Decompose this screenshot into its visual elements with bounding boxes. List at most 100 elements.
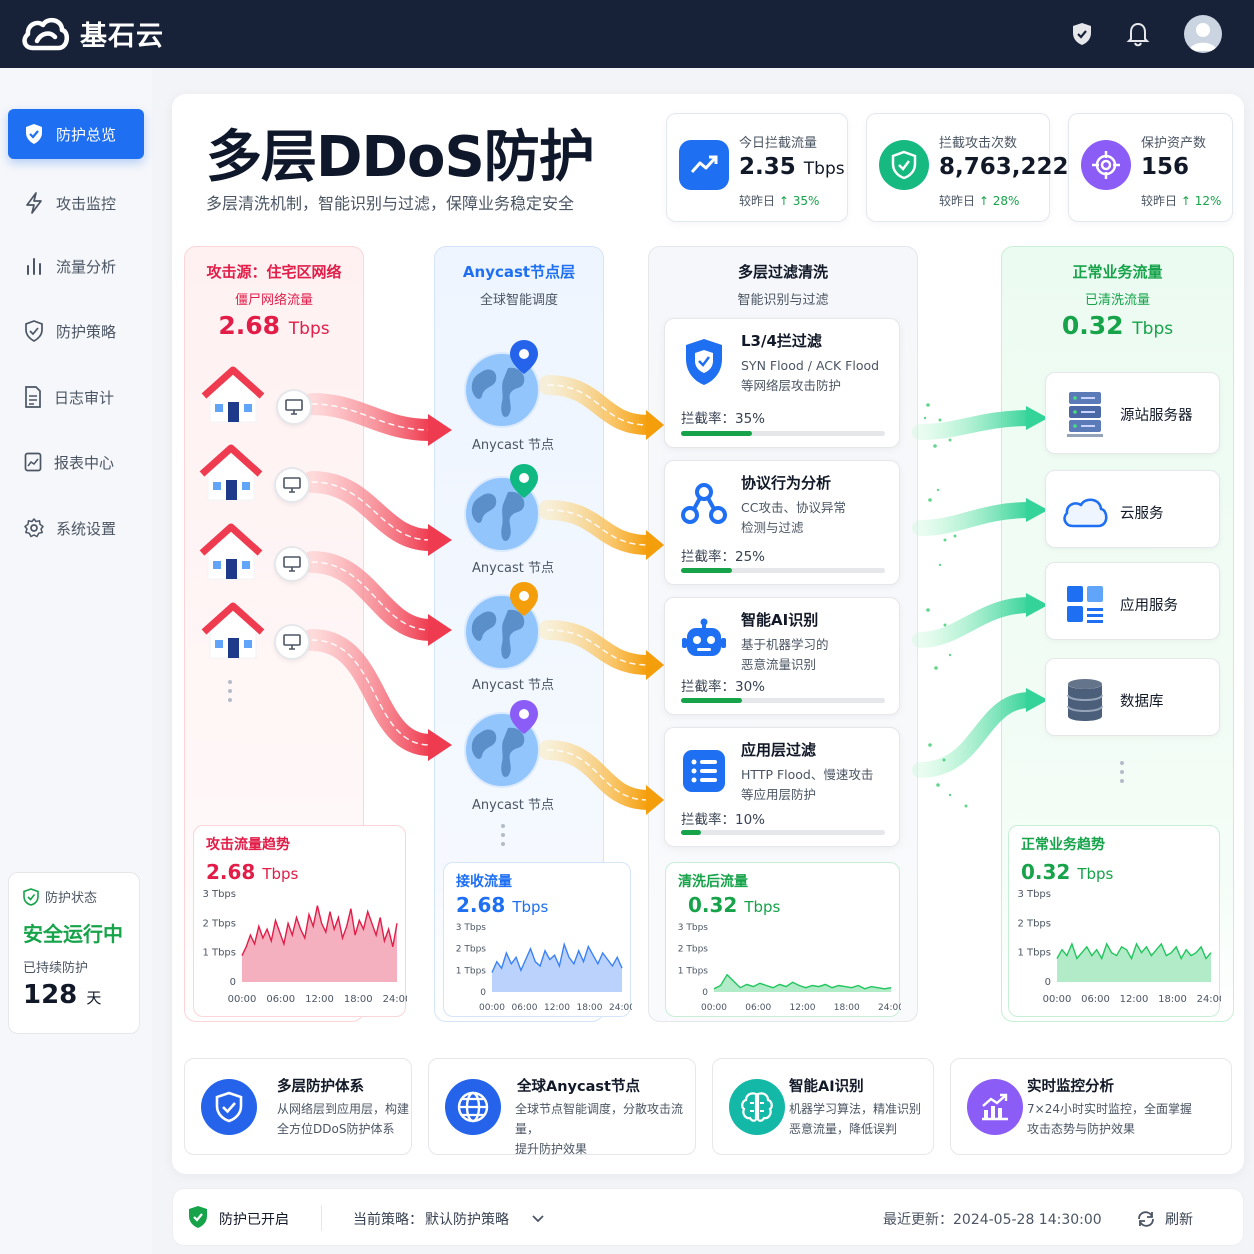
- last-updated: 最近更新：2024-05-28 14:30:00: [883, 1209, 1102, 1229]
- feature-desc-line: 恶意流量，降低误判: [789, 1122, 898, 1136]
- chart-value: 2.68 Tbps: [206, 860, 298, 884]
- anycast-node-globe-icon[interactable]: [462, 580, 552, 680]
- days-unit: 天: [86, 989, 102, 1007]
- anycast-node-globe-icon[interactable]: [462, 698, 552, 798]
- y-tick-label: 0: [230, 977, 236, 988]
- status-state: 安全运行中: [23, 922, 123, 946]
- feature-desc-line: 从网络层到应用层，构建: [277, 1102, 410, 1116]
- sidebar-item-attack-monitor[interactable]: 攻击监控: [8, 178, 144, 228]
- kpi-card-attack-count[interactable]: 拦截攻击次数 8,763,222 较昨日 ↑ 28%: [866, 113, 1069, 222]
- policy-select[interactable]: 当前策略： 默认防护策略: [353, 1209, 545, 1229]
- cleaned-traffic-chart[interactable]: 清洗后流量 0.32 Tbps 3 Tbps 2 Tbps 1 Tbps 0 00:00…: [665, 862, 901, 1017]
- lightning-icon: [26, 192, 42, 214]
- shield-icon: [26, 124, 42, 144]
- feature-desc: 全球节点智能调度，分散攻击流量， 提升防护效果: [515, 1099, 695, 1159]
- policy-value: 默认防护策略: [425, 1212, 509, 1228]
- feature-card-anycast[interactable]: 全球Anycast节点 全球节点智能调度，分散攻击流量， 提升防护效果: [428, 1058, 696, 1156]
- filter-card-app-layer[interactable]: 应用层过滤 HTTP Flood、慢速攻击 等应用层防护 拦截率：10%: [664, 727, 900, 847]
- service-cloud[interactable]: 云服务: [1045, 470, 1220, 548]
- kpi-card-intercepted-traffic[interactable]: 今日拦截流量 2.35 Tbps 较昨日 ↑ 35%: [666, 113, 848, 222]
- kpi-compare-label: 较昨日: [1141, 194, 1178, 208]
- feature-desc: 从网络层到应用层，构建 全方位DDoS防护体系: [277, 1099, 409, 1139]
- updated-value: 2024-05-28 14:30:00: [953, 1212, 1102, 1228]
- chart-value: 0.32 Tbps: [688, 893, 780, 917]
- anycast-node-label: Anycast 节点: [472, 561, 554, 576]
- filter-rate-label: 拦截率：30%: [681, 679, 766, 695]
- anycast-node-label: Anycast 节点: [472, 798, 554, 813]
- feature-card-ai[interactable]: 智能AI识别 机器学习算法，精准识别 恶意流量，降低误判: [712, 1058, 934, 1155]
- sidebar-item-traffic-analysis[interactable]: 流量分析: [8, 241, 144, 291]
- top-bar: 基石云: [0, 0, 1254, 68]
- filter-card-l34[interactable]: L3/4拦过滤 SYN Flood / ACK Flood 等网络层攻击防护 拦截…: [664, 318, 900, 448]
- feature-card-monitoring[interactable]: 实时监控分析 7×24小时实时监控，全面掌握 攻击态势与防护效果: [950, 1058, 1232, 1155]
- x-tick-label: 18:00: [344, 994, 373, 1005]
- filter-desc-line: 基于机器学习的: [741, 637, 829, 652]
- y-tick-label: 1 Tbps: [456, 966, 487, 976]
- sidebar-item-settings[interactable]: 系统设置: [8, 503, 144, 553]
- page-subtitle: 多层清洗机制，智能识别与过滤，保障业务稳定安全: [206, 194, 575, 213]
- kpi-card-protected-assets[interactable]: 保护资产数 156 较昨日 ↑ 12%: [1068, 113, 1233, 222]
- feature-desc: 机器学习算法，精准识别 恶意流量，降低误判: [789, 1099, 921, 1139]
- sidebar-item-label: 攻击监控: [56, 194, 117, 213]
- chart-value-unit: Tbps: [1077, 865, 1114, 883]
- received-traffic-chart[interactable]: 接收流量 2.68 Tbps 3 Tbps 2 Tbps 1 Tbps 0 00:00 0…: [443, 862, 632, 1017]
- service-origin-server[interactable]: 源站服务器: [1045, 372, 1220, 454]
- series-area: [492, 944, 622, 992]
- attack-value-number: 2.68: [218, 311, 281, 340]
- filter-rate-bar: [681, 830, 885, 835]
- y-tick-label: 3 Tbps: [456, 923, 487, 933]
- anycast-title: Anycast节点层: [462, 263, 576, 281]
- house-icon: [200, 602, 266, 662]
- chart-value-number: 0.32: [1021, 860, 1071, 884]
- x-tick-label: 12:00: [305, 994, 334, 1005]
- sidebar-item-overview[interactable]: 防护总览: [8, 109, 144, 159]
- y-tick-label: 3 Tbps: [202, 889, 236, 900]
- y-tick-label: 2 Tbps: [1017, 918, 1051, 929]
- days-value: 128: [23, 980, 78, 1010]
- shield-icon[interactable]: [1066, 18, 1098, 50]
- filter-rate-fill: [681, 698, 743, 703]
- service-database[interactable]: 数据库: [1045, 658, 1220, 736]
- anycast-node-label: Anycast 节点: [472, 678, 554, 693]
- gear-icon: [24, 518, 44, 538]
- y-tick-label: 1 Tbps: [202, 948, 236, 959]
- bell-icon[interactable]: [1122, 18, 1154, 50]
- x-tick-label: 24:00: [383, 994, 407, 1005]
- feature-desc-line: 提升防护效果: [515, 1142, 588, 1156]
- avatar[interactable]: [1184, 15, 1222, 53]
- sidebar-item-logs[interactable]: 日志审计: [8, 372, 144, 422]
- service-label: 源站服务器: [1120, 408, 1193, 424]
- feature-title: 实时监控分析: [1027, 1079, 1114, 1095]
- report-icon: [24, 452, 42, 472]
- anycast-node-globe-icon[interactable]: [462, 338, 552, 438]
- kpi-value: 156: [1141, 154, 1190, 180]
- y-tick-label: 2 Tbps: [678, 945, 709, 955]
- filter-card-protocol[interactable]: 协议行为分析 CC攻击、协议异常 检测与过滤 拦截率：25%: [664, 460, 900, 585]
- service-label: 云服务: [1120, 506, 1164, 522]
- filter-desc-line: SYN Flood / ACK Flood: [741, 358, 880, 373]
- filter-desc: 基于机器学习的 恶意流量识别: [741, 635, 891, 675]
- x-tick-label: 06:00: [745, 1003, 771, 1013]
- normal-trend-chart[interactable]: 正常业务趋势 0.32 Tbps 3 Tbps 2 Tbps 1 Tbps 0 00:0…: [1008, 825, 1221, 1017]
- anycast-node-globe-icon[interactable]: [462, 462, 552, 562]
- attack-trend-chart[interactable]: 攻击流量趋势 2.68 Tbps 3 Tbps 2 Tbps 1 Tbps 0 00:0…: [193, 825, 407, 1017]
- document-icon: [25, 386, 41, 408]
- status-footer: 防护已开启 当前策略： 默认防护策略 最近更新：2024-05-28 14:30…: [172, 1188, 1244, 1246]
- x-tick-label: 18:00: [577, 1003, 603, 1013]
- sidebar-item-policy[interactable]: 防护策略: [8, 306, 144, 356]
- chart-value: 2.68 Tbps: [456, 893, 548, 917]
- attack-source-subtitle: 僵尸网络流量: [234, 293, 313, 308]
- kpi-change: ↑ 28%: [978, 194, 1020, 208]
- normal-traffic-title: 正常业务流量: [1072, 263, 1163, 281]
- refresh-button[interactable]: 刷新: [1137, 1209, 1193, 1229]
- attack-value-unit: Tbps: [288, 319, 330, 339]
- feature-title: 全球Anycast节点: [517, 1079, 640, 1095]
- normal-traffic-value: 0.32 Tbps: [1002, 311, 1233, 340]
- service-application[interactable]: 应用服务: [1045, 562, 1220, 640]
- feature-card-layered-defense[interactable]: 多层防护体系 从网络层到应用层，构建 全方位DDoS防护体系: [184, 1058, 412, 1155]
- x-tick-label: 12:00: [544, 1003, 570, 1013]
- filter-card-ai[interactable]: 智能AI识别 基于机器学习的 恶意流量识别 拦截率：30%: [664, 597, 900, 715]
- sidebar-item-reports[interactable]: 报表中心: [8, 437, 144, 487]
- server-icon: [1060, 389, 1110, 439]
- logo[interactable]: 基石云: [20, 14, 164, 53]
